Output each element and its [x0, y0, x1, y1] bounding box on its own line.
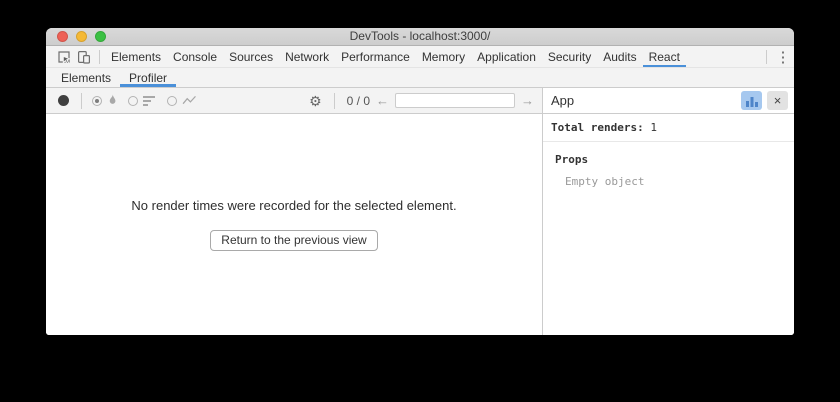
radio-dot — [95, 99, 99, 103]
tab-security[interactable]: Security — [542, 46, 597, 67]
tab-console[interactable]: Console — [167, 46, 223, 67]
tab-label: Security — [548, 50, 591, 64]
props-label: Props — [555, 153, 782, 166]
props-section: Props Empty object — [543, 142, 794, 199]
tab-label: Performance — [341, 50, 410, 64]
close-panel-button[interactable]: × — [767, 91, 788, 110]
inspect-element-button[interactable] — [54, 46, 74, 67]
tab-label: Audits — [603, 50, 636, 64]
empty-state-message: No render times were recorded for the se… — [131, 198, 456, 213]
tab-label: React — [649, 50, 680, 64]
react-subtabbar: Elements Profiler — [46, 68, 794, 88]
subtab-label: Profiler — [129, 71, 167, 85]
tab-memory[interactable]: Memory — [416, 46, 471, 67]
tab-elements[interactable]: Elements — [105, 46, 167, 67]
snapshot-counter: 0 / 0 — [347, 94, 370, 108]
flamegraph-mode-option[interactable] — [92, 94, 118, 107]
profiler-body: ⚙ 0 / 0 ← → No render times were recorde… — [46, 88, 794, 335]
gear-icon[interactable]: ⚙ — [309, 94, 322, 108]
subtab-elements[interactable]: Elements — [52, 68, 120, 87]
subtab-profiler[interactable]: Profiler — [120, 68, 176, 87]
total-renders-row: Total renders: 1 — [543, 114, 794, 142]
tab-sources[interactable]: Sources — [223, 46, 279, 67]
panel-buttons: × — [741, 91, 788, 110]
view-chart-button[interactable] — [741, 91, 762, 110]
interactions-mode-option[interactable] — [167, 95, 197, 106]
next-snapshot-icon[interactable]: → — [521, 94, 534, 107]
subtab-label: Elements — [61, 71, 111, 85]
interactions-radio[interactable] — [167, 96, 177, 106]
snapshot-slider-input[interactable] — [395, 93, 515, 108]
total-renders-label: Total renders: — [551, 121, 644, 134]
kebab-menu-icon[interactable]: ⋮ — [772, 46, 794, 67]
return-previous-view-button[interactable]: Return to the previous view — [210, 230, 377, 251]
flamegraph-radio[interactable] — [92, 96, 102, 106]
tab-label: Console — [173, 50, 217, 64]
total-renders-value: 1 — [650, 121, 657, 134]
interactions-icon — [182, 95, 197, 106]
tab-label: Sources — [229, 50, 273, 64]
ranked-mode-option[interactable] — [128, 95, 157, 107]
separator — [334, 93, 335, 109]
separator — [81, 93, 82, 109]
prev-snapshot-icon[interactable]: ← — [376, 94, 389, 107]
flame-icon — [107, 94, 118, 107]
device-toolbar-button[interactable] — [74, 46, 94, 67]
panel-header: App × — [543, 88, 794, 114]
devtools-window: DevTools - localhost:3000/ Elements Cons… — [46, 28, 794, 335]
window-title: DevTools - localhost:3000/ — [46, 28, 794, 45]
tab-application[interactable]: Application — [471, 46, 542, 67]
selected-component-name: App — [551, 93, 574, 108]
close-icon: × — [774, 94, 782, 107]
selected-element-panel: App × Total renders: 1 Prop — [542, 88, 794, 335]
titlebar: DevTools - localhost:3000/ — [46, 28, 794, 46]
tab-network[interactable]: Network — [279, 46, 335, 67]
tab-label: Network — [285, 50, 329, 64]
empty-state: No render times were recorded for the se… — [46, 114, 542, 335]
profiler-main-pane: ⚙ 0 / 0 ← → No render times were recorde… — [46, 88, 542, 335]
separator — [766, 50, 767, 64]
inspect-icon — [57, 50, 71, 64]
tab-audits[interactable]: Audits — [597, 46, 642, 67]
device-toolbar-icon — [77, 50, 91, 64]
tab-performance[interactable]: Performance — [335, 46, 416, 67]
record-icon[interactable] — [58, 95, 69, 106]
tab-label: Application — [477, 50, 536, 64]
bar-chart-icon — [745, 94, 759, 108]
snapshot-controls: ⚙ 0 / 0 ← → — [309, 93, 534, 109]
separator — [99, 50, 100, 64]
devtools-tabbar: Elements Console Sources Network Perform… — [46, 46, 794, 68]
tab-react[interactable]: React — [643, 46, 686, 67]
tab-label: Elements — [111, 50, 161, 64]
tabbar-right: ⋮ — [761, 46, 794, 67]
ranked-radio[interactable] — [128, 96, 138, 106]
tab-label: Memory — [422, 50, 465, 64]
ranked-icon — [143, 95, 157, 107]
props-empty-value: Empty object — [555, 175, 782, 188]
profiler-toolbar: ⚙ 0 / 0 ← → — [46, 88, 542, 114]
